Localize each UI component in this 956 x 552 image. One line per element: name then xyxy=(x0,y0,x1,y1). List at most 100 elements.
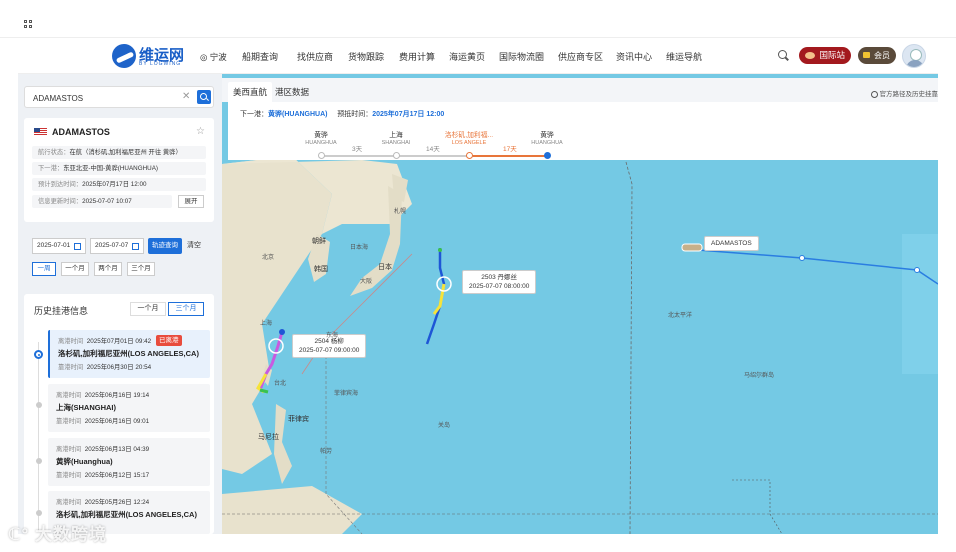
favorite-star-icon[interactable]: ☆ xyxy=(196,126,205,137)
ship-name: ADAMASTOS xyxy=(52,127,110,137)
ship-next-port-row: 下一港：东亚北亚-中国-黄骅(HUANGHUA) xyxy=(32,162,206,175)
main-menu: 船期查询 找供应商 货物跟踪 费用计算 海运黄页 国际物流圈 供应商专区 资讯中… xyxy=(242,50,702,63)
map-area[interactable]: 美西直航 港区数据 官方路径及历史挂靠 下一港：黄骅(HUANGHUA) 预抵时… xyxy=(222,74,938,534)
clear-button[interactable]: 清空 xyxy=(187,238,201,254)
logo-subtext: BY LOGWING xyxy=(139,61,182,67)
end-date-input[interactable]: 2025-07-07 xyxy=(90,238,144,254)
port-name: 上海(SHANGHAI) xyxy=(56,403,116,412)
map-place-label: 台北 xyxy=(274,381,287,387)
search-value: ADAMASTOS xyxy=(33,94,84,103)
history-tab-one-month[interactable]: 一个月 xyxy=(130,302,166,316)
typhoon-point xyxy=(279,329,285,335)
row-value: 2025-07-07 10:07 xyxy=(82,198,132,205)
map-place-label: 关岛 xyxy=(438,423,451,429)
history-note-text: 官方路径及历史挂靠 xyxy=(879,91,939,98)
map-place-label: 札幌 xyxy=(394,209,407,215)
stop-dot xyxy=(466,152,473,159)
period-two-months[interactable]: 两个月 xyxy=(94,262,122,276)
route-point xyxy=(914,267,920,273)
menu-item-yellowpages[interactable]: 海运黄页 xyxy=(449,50,485,63)
map-place-label: 马尼拉 xyxy=(258,434,279,441)
clear-search-icon[interactable]: ✕ xyxy=(182,91,190,102)
menu-item-nav[interactable]: 维运导航 xyxy=(666,50,702,63)
port-history-item[interactable]: 离港时间 2025年07月01日 09:42 已离港 洛杉矶,加利福尼亚州(LO… xyxy=(48,330,210,378)
stop-en: LOS ANGELE xyxy=(451,140,487,146)
map-place-label: 日本 xyxy=(378,264,392,271)
stop-name: 黄骅 xyxy=(540,132,554,139)
timeline-dot xyxy=(36,402,42,408)
timeline-dot-active xyxy=(34,350,43,359)
eta-value: 2025年07月17日 12:00 xyxy=(372,111,445,118)
timeline-dot xyxy=(36,458,42,464)
port-name: 洛杉矶,加利福尼亚州(LOS ANGELES,CA) xyxy=(58,349,199,358)
expand-button[interactable]: 展开 xyxy=(178,195,204,208)
menu-item-schedule[interactable]: 船期查询 xyxy=(242,50,278,63)
apps-grid-icon[interactable] xyxy=(24,20,32,28)
departure-time: 2025年06月13日 04:39 xyxy=(84,446,150,453)
tab-port-data[interactable]: 港区数据 xyxy=(270,82,314,102)
search-button-icon[interactable] xyxy=(197,90,211,104)
eta-label: 预抵时间： xyxy=(337,111,373,118)
menu-item-fees[interactable]: 费用计算 xyxy=(399,50,435,63)
avatar[interactable] xyxy=(902,44,926,68)
timeline-dot xyxy=(36,510,42,516)
departure-label: 离港时间 xyxy=(56,499,82,506)
period-one-week[interactable]: 一周 xyxy=(32,262,56,276)
menu-item-supplier-zone[interactable]: 供应商专区 xyxy=(558,50,603,63)
next-port-info: 下一港：黄骅(HUANGHUA) 预抵时间：2025年07月17日 12:00 xyxy=(240,109,444,119)
port-name: 洛杉矶,加利福尼亚州(LOS ANGELES,CA) xyxy=(56,510,197,519)
history-title: 历史挂港信息 xyxy=(34,306,89,316)
period-one-month[interactable]: 一个月 xyxy=(61,262,89,276)
departure-label: 离港时间 xyxy=(56,392,82,399)
southeast-landmass xyxy=(222,486,362,534)
port-history-item[interactable]: 离港时间 2025年06月13日 04:39 黄骅(Huanghua) 靠港时间… xyxy=(48,438,210,486)
history-tab-three-months[interactable]: 三个月 xyxy=(168,302,204,316)
map-place-label: 韩国 xyxy=(314,266,328,273)
tab-us-west-direct[interactable]: 美西直航 xyxy=(228,82,273,102)
ship-search-input[interactable]: ADAMASTOS ✕ xyxy=(24,86,214,108)
days-label: 3天 xyxy=(352,146,363,153)
shaded-sea-region xyxy=(902,234,938,374)
location-label: 宁波 xyxy=(209,52,227,62)
stop-name: 洛杉矶,加利福... xyxy=(444,132,494,139)
departure-label: 离港时间 xyxy=(58,338,84,345)
typhoon-point xyxy=(438,248,442,252)
menu-item-tracking[interactable]: 货物跟踪 xyxy=(348,50,384,63)
port-history-item[interactable]: 离港时间 2025年06月16日 19:14 上海(SHANGHAI) 靠港时间… xyxy=(48,384,210,432)
ship-map-label[interactable]: ADAMASTOS xyxy=(704,236,759,251)
search-icon[interactable] xyxy=(778,50,787,59)
stop-en: SHANGHAI xyxy=(381,140,411,146)
ship-updated-row: 信息更新时间：2025-07-07 10:07 xyxy=(32,195,172,208)
arrival-time: 2025年06月16日 09:01 xyxy=(84,418,150,425)
route-point xyxy=(799,255,805,261)
main-navbar: 维运网 BY LOGWING ◎ 宁波 船期查询 找供应商 货物跟踪 费用计算 … xyxy=(18,38,938,74)
site-logo[interactable]: 维运网 BY LOGWING xyxy=(112,44,184,68)
arrival-label: 靠港时间 xyxy=(58,364,84,371)
arrival-label: 靠港时间 xyxy=(56,472,82,479)
menu-item-news[interactable]: 资讯中心 xyxy=(616,50,652,63)
watermark: ℂ° 大数跨境 xyxy=(8,520,107,545)
days-label: 17天 xyxy=(503,146,517,153)
member-button[interactable]: 会员 xyxy=(858,47,896,64)
watermark-text: 大数跨境 xyxy=(35,525,108,544)
stop-dot xyxy=(318,152,325,159)
history-note[interactable]: 官方路径及历史挂靠 xyxy=(870,88,939,98)
history-timeline xyxy=(38,342,39,532)
departure-time: 2025年07月01日 09:42 xyxy=(86,338,152,345)
row-label: 信息更新时间： xyxy=(38,198,83,205)
map-place-label: 日本海 xyxy=(350,245,369,251)
track-query-button[interactable]: 轨迹查询 xyxy=(148,238,182,254)
international-button[interactable]: 国际站 xyxy=(799,47,851,64)
stop-dot-current xyxy=(544,152,551,159)
stop-name: 黄骅 xyxy=(314,132,328,139)
menu-item-suppliers[interactable]: 找供应商 xyxy=(297,50,333,63)
menu-item-logistics[interactable]: 国际物流圈 xyxy=(499,50,544,63)
location-selector[interactable]: ◎ 宁波 xyxy=(200,51,227,63)
period-three-months[interactable]: 三个月 xyxy=(127,262,155,276)
start-date-input[interactable]: 2025-07-01 xyxy=(32,238,86,254)
map-place-label: 北京 xyxy=(262,255,275,261)
stop-en: HUANGHUA xyxy=(305,140,337,146)
ship-eta-row: 预计到达时间：2025年07月17日 12:00 xyxy=(32,178,206,191)
typhoon-label[interactable]: 2503 丹娜丝 2025-07-07 08:00:00 xyxy=(462,270,537,294)
boundary-line xyxy=(732,479,783,534)
